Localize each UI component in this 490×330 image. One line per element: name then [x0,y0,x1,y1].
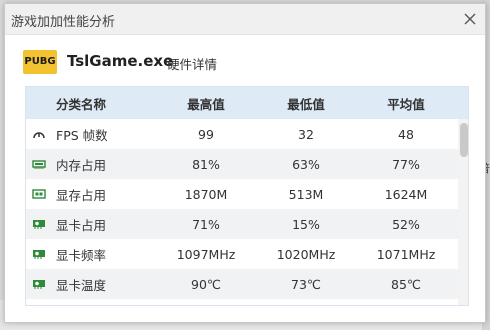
header-avg: 平均值 [387,96,425,112]
header-max: 最高值 [187,96,225,112]
header-category: 分类名称 [56,96,107,112]
row-max: 81% [192,156,220,172]
table-row-gpu-temperature: 显卡温度 90℃ 73℃ 85℃ [26,269,468,299]
header-min: 最低值 [287,96,325,112]
table-row-gpu-frequency: 显卡频率 1097MHz 1020MHz 1071MHz [26,239,468,269]
performance-analysis-dialog: 游戏加加性能分析 PUBG TslGame.exe 硬件详情 分类名称 最高值 … [4,3,486,323]
vram-icon [32,189,46,199]
memory-icon [32,160,46,169]
stats-table: 分类名称 最高值 最低值 平均值 FPS 帧数 99 32 48 内存占用 81… [25,86,469,306]
table-row-memory: 内存占用 81% 63% 77% [26,149,468,179]
row-min: 32 [298,126,314,142]
table-header: 分类名称 最高值 最低值 平均值 [26,87,468,119]
row-min: 1020MHz [276,246,336,262]
gpu-card-icon [33,280,45,289]
row-avg: 85℃ [391,276,421,292]
row-min: 63% [292,156,320,172]
table-row-gpu-usage: 显卡占用 71% 15% 52% [26,209,468,239]
row-avg: 52% [392,216,420,232]
row-avg: 48 [398,126,414,142]
row-max: 71% [192,216,220,232]
scrollbar-thumb[interactable] [460,123,468,157]
table-scrollbar[interactable] [458,119,468,305]
dialog-titlebar: 游戏加加性能分析 [5,4,485,35]
row-max: 90℃ [191,276,221,292]
row-max: 1870M [184,186,228,202]
row-avg: 77% [392,156,420,172]
row-max: 99 [198,126,214,142]
table-row-vram: 显存占用 1870M 513M 1624M [26,179,468,209]
row-min: 15% [292,216,320,232]
close-button[interactable] [461,10,479,28]
row-avg: 1624M [384,186,428,202]
row-avg: 1071MHz [376,246,436,262]
dialog-title: 游戏加加性能分析 [11,15,116,30]
game-exe-name: TslGame.exe [67,52,174,70]
pubg-logo: PUBG [23,50,57,74]
gpu-card-icon [33,250,45,259]
gpu-card-icon [33,220,45,229]
close-icon [464,13,476,25]
gauge-icon [33,132,45,139]
row-min: 513M [288,186,324,202]
row-min: 73℃ [291,276,321,292]
table-row-fps: FPS 帧数 99 32 48 [26,119,468,149]
hardware-details-link[interactable]: 硬件详情 [167,54,217,73]
row-max: 1097MHz [176,246,236,262]
